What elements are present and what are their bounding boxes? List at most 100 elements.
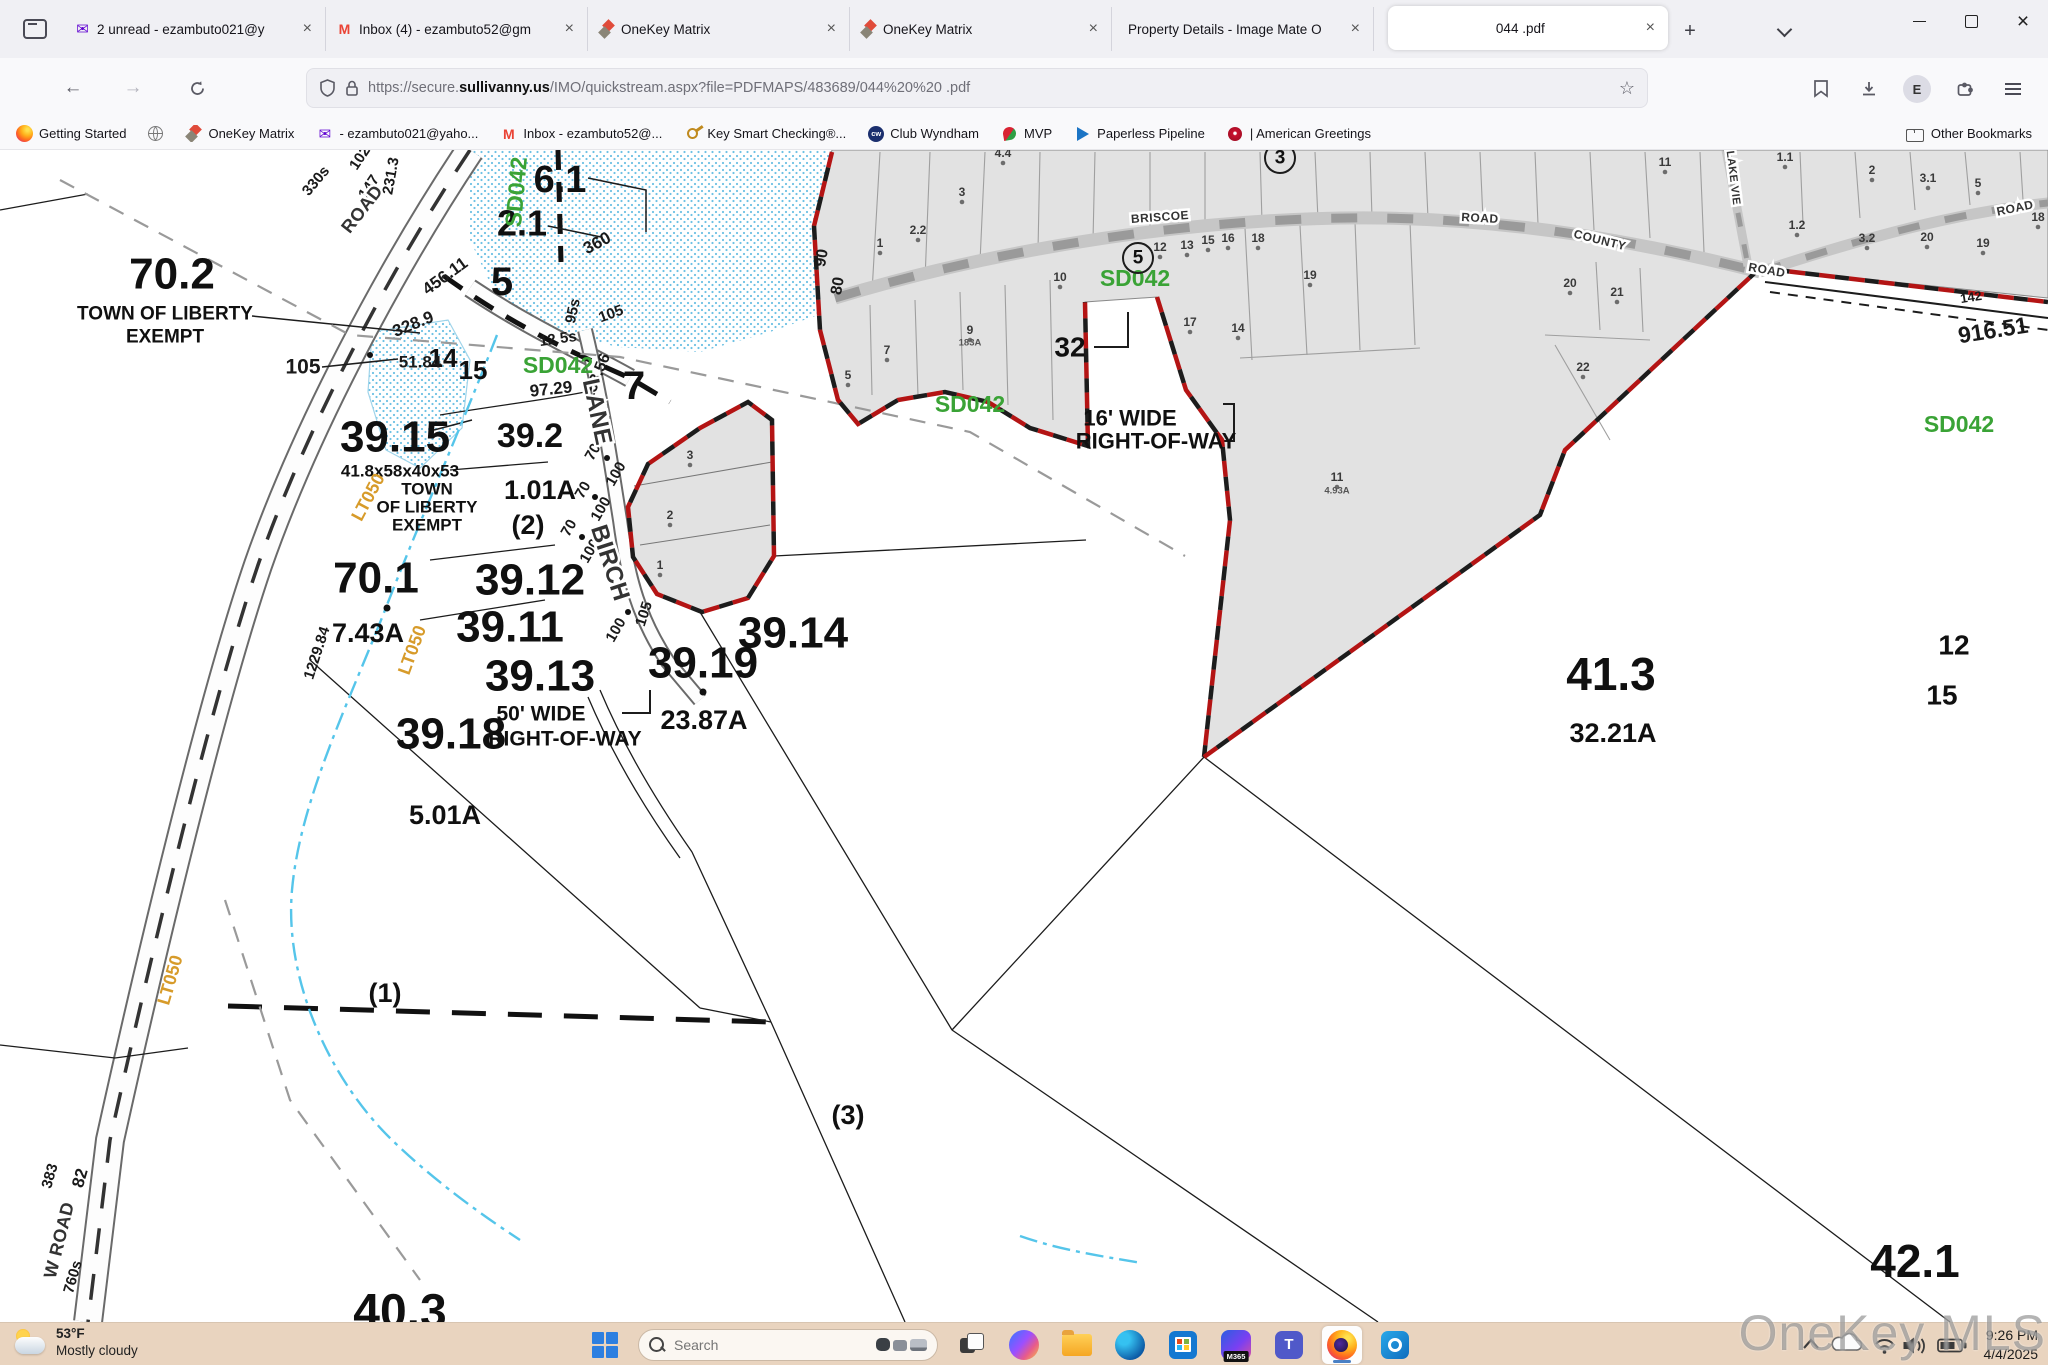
tab-5[interactable]: Property Details - Image Mate O× — [1112, 7, 1374, 51]
map-label: 18 — [1251, 231, 1265, 245]
search-highlights-images — [876, 1338, 927, 1351]
tab-close-icon[interactable]: × — [824, 20, 839, 38]
parcel-dot — [1226, 246, 1231, 251]
url-text[interactable]: https://secure.sullivanny.us/IMO/quickst… — [368, 80, 1619, 96]
tab-close-icon[interactable]: × — [562, 20, 577, 38]
map-label: 15 — [459, 355, 488, 385]
bookmark-item-9[interactable]: Paperless Pipeline — [1074, 125, 1205, 142]
outlook-button[interactable] — [1375, 1326, 1415, 1364]
club-wyndham-icon: cw — [868, 126, 884, 142]
map-label: 82 — [68, 1166, 91, 1189]
maximize-button[interactable] — [1946, 0, 1996, 42]
bookmark-item-3[interactable]: OneKey Matrix — [185, 125, 294, 142]
file-explorer-button[interactable] — [1057, 1326, 1097, 1364]
bookmark-star-icon[interactable]: ☆ — [1619, 78, 1635, 99]
task-view-button[interactable] — [951, 1326, 991, 1364]
map-label: 90 — [812, 248, 832, 269]
ymail-icon: ✉ — [316, 125, 333, 142]
teams-button[interactable]: T — [1269, 1326, 1309, 1364]
parcel-dot — [1158, 255, 1163, 260]
minimize-icon — [1913, 21, 1926, 22]
map-label: 21 — [1610, 285, 1624, 299]
map-label: 2 — [1869, 163, 1876, 177]
account-button[interactable]: E — [1900, 72, 1934, 106]
bookmark-item-10[interactable]: | American Greetings — [1227, 125, 1371, 142]
weather-widget[interactable]: 53°FMostly cloudy — [14, 1326, 138, 1360]
tab-close-icon[interactable]: × — [1348, 20, 1363, 38]
tab-1[interactable]: ✉2 unread - ezambuto021@y× — [64, 7, 326, 51]
parcel-dot — [1783, 165, 1788, 170]
tab-close-icon[interactable]: × — [1086, 20, 1101, 38]
close-button[interactable]: × — [1998, 0, 2048, 42]
folder-icon — [1906, 129, 1924, 142]
reload-button[interactable] — [180, 71, 214, 105]
extensions-icon[interactable] — [1948, 72, 1982, 106]
bookmark-item-4[interactable]: ✉- ezambuto021@yaho... — [316, 125, 478, 142]
tab-title: OneKey Matrix — [883, 22, 1080, 37]
parcel-dot — [1795, 233, 1800, 238]
parcel-dot — [1058, 285, 1063, 290]
new-tab-button[interactable]: + — [1674, 16, 1706, 46]
lock-icon[interactable] — [345, 79, 359, 97]
pdf-viewer[interactable]: 70.239.1539.270.139.1239.1139.1339.1839.… — [0, 150, 2048, 1322]
map-label: 11 — [1331, 470, 1344, 484]
map-label: 39.11 — [456, 603, 564, 652]
tab-6[interactable]: 044 .pdf × — [1388, 6, 1668, 50]
parcel-dot — [658, 573, 663, 578]
bookmark-item-8[interactable]: MVP — [1001, 125, 1052, 142]
pocket-icon[interactable] — [1804, 72, 1838, 106]
copilot-button[interactable] — [1004, 1326, 1044, 1364]
restore-icon — [1965, 15, 1978, 28]
parcel-dot — [1581, 375, 1586, 380]
map-label: 51.84 — [399, 353, 442, 372]
start-button[interactable] — [585, 1326, 625, 1364]
map-label: SD042 — [1924, 411, 1994, 437]
search-input[interactable] — [638, 1329, 938, 1361]
bookmark-label: Inbox - ezambuto52@... — [523, 126, 662, 141]
back-button[interactable]: ← — [56, 71, 90, 105]
forward-button[interactable]: → — [116, 71, 150, 105]
other-bookmarks-button[interactable]: Other Bookmarks — [1906, 125, 2032, 142]
map-label: 41.3 — [1566, 648, 1656, 700]
map-label: 18 — [2031, 210, 2045, 224]
menu-icon[interactable] — [1996, 72, 2030, 106]
map-label: 1.1 — [1777, 150, 1794, 164]
map-label: TOWN OF LIBERTY — [77, 304, 253, 325]
bookmark-item-7[interactable]: cwClub Wyndham — [868, 126, 979, 142]
map-label: 41.8x58x40x53 — [341, 462, 459, 481]
map-label: 23.87A — [660, 705, 747, 735]
bookmarks-list: Getting Started OneKey Matrix ✉- ezambuto0… — [16, 125, 1906, 142]
firefox-button-active[interactable] — [1322, 1326, 1362, 1364]
map-label: 42.1 — [1870, 1235, 1960, 1287]
tab-close-icon[interactable]: × — [1643, 19, 1658, 37]
bookmark-item-1[interactable]: Getting Started — [16, 125, 126, 142]
map-label: 39.12 — [475, 556, 585, 605]
tab-2[interactable]: MInbox (4) - ezambuto52@gm× — [326, 7, 588, 51]
download-icon[interactable] — [1852, 72, 1886, 106]
bookmark-item-2[interactable] — [148, 126, 163, 141]
url-bar[interactable]: https://secure.sullivanny.us/IMO/quickst… — [306, 68, 1648, 108]
bookmark-item-6[interactable]: Key Smart Checking®... — [684, 125, 846, 142]
map-label: 39.14 — [738, 609, 849, 658]
tab-3[interactable]: OneKey Matrix× — [588, 7, 850, 51]
list-tabs-button[interactable] — [1768, 16, 1800, 46]
parcel-dot — [1865, 246, 1870, 251]
bookmark-item-5[interactable]: MInbox - ezambuto52@... — [500, 125, 662, 142]
store-button[interactable] — [1163, 1326, 1203, 1364]
globe-icon — [148, 126, 163, 141]
map-label: 15 — [1926, 680, 1957, 711]
shield-icon[interactable] — [319, 79, 336, 97]
firefox-view-icon[interactable] — [18, 13, 52, 45]
edge-button[interactable] — [1110, 1326, 1150, 1364]
search-field[interactable] — [672, 1336, 868, 1354]
parcel-dot — [1568, 291, 1573, 296]
map-label: 5 — [1975, 176, 1982, 190]
tab-title: 044 .pdf — [1404, 21, 1637, 36]
minimize-button[interactable] — [1894, 0, 1944, 42]
onekey-icon — [860, 21, 877, 38]
tab-4[interactable]: OneKey Matrix × — [850, 7, 1112, 51]
tab-close-icon[interactable]: × — [300, 20, 315, 38]
map-label: 1.01A — [504, 475, 576, 505]
weather-temp: 53°F — [56, 1326, 138, 1343]
m365-copilot-button[interactable]: M365 — [1216, 1326, 1256, 1364]
